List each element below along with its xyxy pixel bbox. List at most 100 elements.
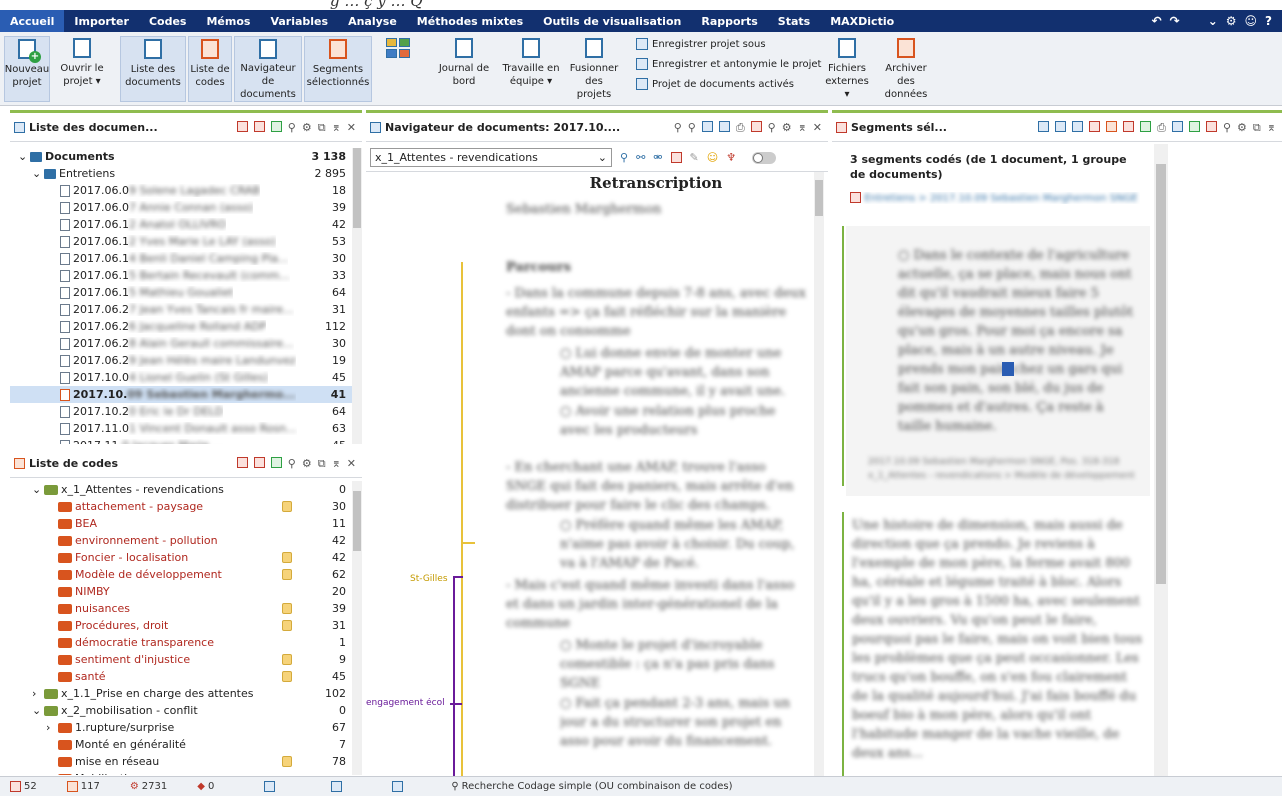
paragraph-text[interactable]: - Mais c'est quand même investi dans l'a…	[506, 576, 806, 636]
segment-text-2[interactable]: Une histoire de dimension, mais aussi de…	[852, 516, 1144, 772]
in-vivo-icon[interactable]: ⚯	[636, 151, 645, 164]
undock-icon[interactable]: ⧉	[318, 457, 326, 471]
maximize-icon[interactable]: ⌆	[332, 121, 341, 135]
code-row[interactable]: nuisances 39	[10, 600, 352, 617]
code-row[interactable]: NIMBY 20	[10, 583, 352, 600]
expand-icon[interactable]: ›	[46, 721, 58, 734]
view-icon[interactable]	[1038, 120, 1050, 132]
menu-accueil[interactable]: Accueil	[0, 10, 65, 32]
document-row[interactable]: 2017.06.14 Benli Daniel Camping Pla... 30	[10, 250, 352, 267]
code-row[interactable]: Foncier - localisation 42	[10, 549, 352, 566]
status-user-icon-1[interactable]	[264, 781, 276, 792]
document-row[interactable]: 2017.06.27 Jean Yves Tancais fr maire...…	[10, 301, 352, 318]
memo-icon[interactable]	[282, 671, 292, 682]
code-row[interactable]: sentiment d'injustice 9	[10, 651, 352, 668]
highlight-icon[interactable]	[670, 152, 682, 163]
expand-icon[interactable]: ⌄	[32, 483, 44, 496]
menu-outils-de-visualisation[interactable]: Outils de visualisation	[533, 10, 691, 32]
activate-icon[interactable]	[270, 120, 282, 132]
margin-code-label-engagement[interactable]: engagement écol	[366, 698, 450, 708]
chart-icon[interactable]	[1123, 120, 1135, 132]
group-entretiens-row[interactable]: ⌄ Entretiens 2 895	[10, 165, 352, 182]
activated-docs-project-button[interactable]: Projet de documents activés	[636, 78, 794, 90]
code-row[interactable]: Procédures, droit 31	[10, 617, 352, 634]
document-row[interactable]: 2017.06.28 Alain Geraull commissaire... 3…	[10, 335, 352, 352]
paragraph-text[interactable]: Sebastien Marghermon	[506, 200, 806, 240]
status-documents[interactable]: 52	[10, 781, 37, 792]
uncode-icon[interactable]: ⚮	[653, 151, 662, 164]
paragraph-text[interactable]: ○ Fait ça pendant 2-3 ans, mais un jour …	[560, 694, 806, 774]
logbook-button[interactable]: Journal de bord	[436, 36, 492, 88]
open-project-button[interactable]: Ouvrir le projet ▾	[52, 36, 112, 88]
menu-analyse[interactable]: Analyse	[338, 10, 407, 32]
page-icon[interactable]	[701, 120, 713, 132]
new-code-icon[interactable]	[236, 456, 248, 468]
paragraph-text[interactable]: ○ Monte le projet d'incroyable comestibl…	[560, 636, 806, 690]
document-row[interactable]: 2017.06.15 Bertain Recevault (comm... 33	[10, 267, 352, 284]
memo-icon[interactable]	[282, 603, 292, 614]
document-row[interactable]: 2017.06.09 Solene Lagadec CRAB 18	[10, 182, 352, 199]
codelist-scrollbar[interactable]	[352, 481, 362, 775]
status-memos[interactable]: ◆ 0	[197, 781, 214, 792]
segment-source[interactable]: Entretiens > 2017.10.09 Sebastien Marghe…	[850, 192, 1140, 204]
code-row[interactable]: Modèle de développement 62	[10, 566, 352, 583]
status-page-icon[interactable]	[392, 781, 404, 792]
menu-importer[interactable]: Importer	[64, 10, 139, 32]
layout-grid-button[interactable]	[378, 36, 418, 62]
document-row[interactable]: 2017.11.0 Jacques Marie ... 45	[10, 437, 352, 444]
edit-mode-toggle[interactable]	[752, 151, 777, 164]
close-icon[interactable]: ✕	[347, 457, 356, 471]
code-row[interactable]: environnement - pollution 42	[10, 532, 352, 549]
document-row[interactable]: 2017.10.20 Eric le Dr DELD 64	[10, 403, 352, 420]
table-icon[interactable]	[1055, 120, 1067, 132]
menu-maxdictio[interactable]: MAXDictio	[820, 10, 904, 32]
save-project-as-button[interactable]: Enregistrer projet sous	[636, 38, 766, 50]
memo-icon[interactable]	[282, 552, 292, 563]
save-anonymized-button[interactable]: Enregistrer et antonymie le projet	[636, 58, 821, 70]
memo-icon[interactable]	[282, 654, 292, 665]
document-browser-button[interactable]: Navigateur de documents	[234, 36, 302, 102]
help-icon[interactable]: ?	[1265, 14, 1272, 28]
menu-rapports[interactable]: Rapports	[691, 10, 767, 32]
menu-variables[interactable]: Variables	[260, 10, 338, 32]
document-row[interactable]: 2017.06.15 Mathieu Goualiet 64	[10, 284, 352, 301]
external-files-button[interactable]: Fichiers externes ▾	[822, 36, 872, 101]
search-icon[interactable]: ⚲	[288, 457, 296, 471]
merge-projects-button[interactable]: Fusionner des projets	[562, 36, 626, 101]
code-row[interactable]: BEA 11	[10, 515, 352, 532]
status-user-icon-2[interactable]	[331, 781, 343, 792]
code-row[interactable]: › 1.rupture/surprise 67	[10, 719, 352, 736]
code-filter-icon[interactable]	[253, 456, 265, 468]
browser-scrollbar[interactable]	[814, 172, 824, 776]
code-row[interactable]: santé 45	[10, 668, 352, 685]
collapse-ribbon-icon[interactable]: ⌄	[1208, 14, 1218, 28]
gear-icon[interactable]: ⚙	[302, 121, 312, 135]
status-codes[interactable]: 117	[66, 781, 100, 792]
document-row[interactable]: 2017.06.12 Yves Marie Le LAY (asso) 53	[10, 233, 352, 250]
document-row[interactable]: 2017.11.01 Vincent Donault asso Rosn... 6…	[10, 420, 352, 437]
status-segments[interactable]: ⚙ 2731	[130, 781, 167, 792]
memo-icon[interactable]	[282, 501, 292, 512]
close-icon[interactable]: ✕	[813, 121, 822, 135]
filter-icon[interactable]	[1089, 120, 1101, 132]
paragraph-text[interactable]: Parcours	[506, 258, 806, 280]
new-project-button[interactable]: + Nouveau projet	[4, 36, 50, 102]
code-list-button[interactable]: Liste de codes	[188, 36, 232, 102]
document-text-area[interactable]: 1 Retranscription 2Sebastien Marghermon3…	[500, 172, 812, 776]
document-row[interactable]: 2017.10.09 Sebastien Marghermo... 41	[10, 386, 352, 403]
document-row[interactable]: 2017.10.04 Lionel Guelin (St Gilles) 45	[10, 369, 352, 386]
code-row[interactable]: Monté en généralité 7	[10, 736, 352, 753]
code-icon[interactable]	[1106, 120, 1118, 132]
margin-code-label-stgilles[interactable]: St-Gilles	[410, 574, 448, 584]
menu-codes[interactable]: Codes	[139, 10, 197, 32]
maximize-icon[interactable]: ⌆	[332, 457, 341, 471]
document-list-button[interactable]: Liste des documents	[120, 36, 186, 102]
segments-scrollbar[interactable]	[1154, 144, 1168, 776]
maximize-icon[interactable]: ⌆	[1267, 121, 1276, 135]
search-plus-icon[interactable]: ⚲	[688, 121, 696, 135]
code-row[interactable]: ⌄ x_2_mobilisation - conflit 0	[10, 702, 352, 719]
archive-data-button[interactable]: Archiver des données	[876, 36, 936, 101]
undo-icon[interactable]: ↶	[1152, 14, 1162, 28]
undock-icon[interactable]: ⧉	[318, 121, 326, 135]
settings-icon[interactable]: ⚙	[1226, 14, 1237, 28]
